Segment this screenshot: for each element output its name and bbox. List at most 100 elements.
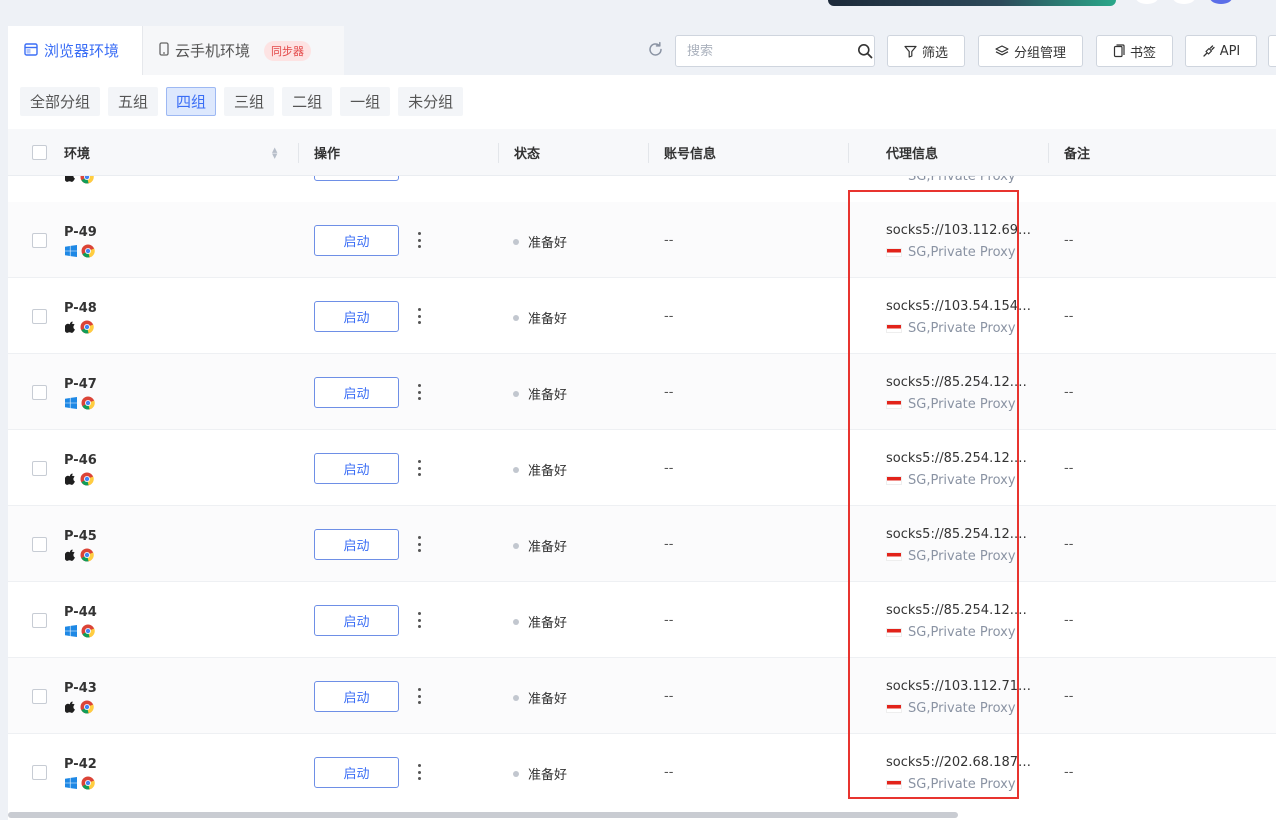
row-checkbox[interactable] (32, 689, 47, 704)
more-actions-icon[interactable] (413, 306, 425, 326)
start-button[interactable]: 启动 (314, 301, 399, 332)
row-checkbox[interactable] (32, 233, 47, 248)
select-all-checkbox[interactable] (32, 145, 47, 160)
proxy-location: SG,Private Proxy (908, 549, 1016, 564)
row-checkbox[interactable] (32, 461, 47, 476)
window-control[interactable] (1136, 0, 1158, 4)
start-button[interactable]: 启动 (314, 225, 399, 256)
more-actions-icon[interactable] (413, 458, 425, 478)
status-text: 准备好 (528, 464, 568, 479)
column-divider[interactable] (848, 143, 849, 163)
row-checkbox[interactable] (32, 613, 47, 628)
column-divider[interactable] (298, 143, 299, 163)
more-actions-icon[interactable] (413, 610, 425, 630)
group-chip-one[interactable]: 一组 (340, 87, 391, 116)
chrome-icon (80, 700, 94, 714)
status-cell: 准备好 (513, 460, 567, 479)
user-avatar[interactable] (1210, 0, 1232, 4)
status-cell: 准备好 (513, 232, 567, 251)
more-actions-icon[interactable] (413, 230, 425, 250)
refresh-icon[interactable] (646, 41, 664, 59)
status-text: 准备好 (528, 692, 568, 707)
os-icons (65, 776, 95, 790)
group-chip-ungrouped[interactable]: 未分组 (398, 87, 464, 116)
sync-badge[interactable]: 同步器 (264, 40, 312, 61)
proxy-url: socks5://85.254.12.30:... (886, 451, 1034, 466)
column-divider[interactable] (648, 143, 649, 163)
env-name: P-45 (64, 529, 97, 544)
col-env: 环境 (64, 147, 91, 162)
status-cell: 准备好 (513, 612, 567, 631)
start-button[interactable]: 启动 (314, 681, 399, 712)
apple-icon (65, 701, 75, 713)
proxy-location-cell: SG,Private Proxy (886, 701, 1016, 716)
row-checkbox[interactable] (32, 537, 47, 552)
account-info: -- (664, 765, 674, 780)
flag-sg-icon (886, 628, 902, 637)
group-chip-three[interactable]: 三组 (224, 87, 275, 116)
filter-label: 筛选 (921, 45, 948, 61)
row-checkbox[interactable] (32, 309, 47, 324)
more-toolbar-button[interactable] (1268, 35, 1276, 67)
account-info: -- (664, 689, 674, 704)
flag-sg-icon (886, 704, 902, 713)
row-checkbox[interactable] (32, 385, 47, 400)
flag-sg-icon (886, 780, 902, 789)
tab-browser-env[interactable]: 浏览器环境 (8, 26, 142, 75)
bookmark-icon (1113, 44, 1125, 58)
phone-icon (159, 41, 169, 60)
apple-icon (65, 473, 75, 485)
select-all-cell (32, 129, 47, 176)
group-chip-all[interactable]: 全部分组 (20, 87, 101, 116)
row-checkbox[interactable] (32, 765, 47, 780)
more-actions-icon[interactable] (413, 534, 425, 554)
col-account: 账号信息 (664, 147, 717, 162)
window-control[interactable] (1173, 0, 1195, 4)
env-name: P-46 (64, 453, 97, 468)
start-button[interactable]: 启动 (314, 757, 399, 788)
status-dot (513, 466, 519, 473)
start-button[interactable]: 启动 (314, 529, 399, 560)
env-name: P-44 (64, 605, 97, 620)
more-actions-icon[interactable] (413, 686, 425, 706)
search-input[interactable] (687, 43, 857, 59)
note-cell: -- (1064, 689, 1074, 704)
start-button[interactable]: 启动 (314, 453, 399, 484)
os-icons (65, 472, 94, 486)
column-divider[interactable] (1048, 143, 1049, 163)
flag-sg-icon (886, 552, 902, 561)
proxy-location-cell: SG,Private Proxy (886, 777, 1016, 792)
os-icons (65, 244, 95, 258)
plug-icon (1203, 44, 1215, 57)
group-chip-four[interactable]: 四组 (166, 87, 217, 116)
proxy-url: socks5://103.112.69.7... (886, 223, 1034, 238)
proxy-location: SG,Private Proxy (908, 777, 1016, 792)
more-actions-icon[interactable] (413, 762, 425, 782)
chrome-icon (81, 624, 95, 638)
start-button[interactable]: 启动 (314, 605, 399, 636)
flag-sg-icon (886, 476, 902, 485)
group-manage-button[interactable]: 分组管理 (978, 35, 1083, 67)
note-cell: -- (1064, 385, 1074, 400)
group-chip-two[interactable]: 二组 (282, 87, 333, 116)
account-info: -- (664, 309, 674, 324)
filter-button[interactable]: 筛选 (887, 35, 965, 67)
proxy-location: SG,Private Proxy (908, 245, 1016, 260)
search-icon[interactable] (857, 43, 873, 59)
horizontal-scrollbar[interactable] (8, 812, 958, 818)
flag-sg-icon (886, 400, 902, 409)
bookmark-button[interactable]: 书签 (1096, 35, 1173, 67)
proxy-location: SG,Private Proxy (908, 625, 1016, 640)
table-row: P-47 启动 准备好 -- socks5://85.254.12.26:...… (8, 354, 1276, 430)
column-divider[interactable] (498, 143, 499, 163)
start-button[interactable]: 启动 (314, 377, 399, 408)
table-header: 环境 ▲ ▼ 操作 状态 账号信息 代理信息 备注 (8, 129, 1276, 176)
group-chip-five[interactable]: 五组 (108, 87, 159, 116)
tab-cloud-phone-env[interactable]: 云手机环境 同步器 (142, 26, 344, 75)
more-actions-icon[interactable] (413, 382, 425, 402)
proxy-url: socks5://103.54.154.2... (886, 299, 1034, 314)
api-button[interactable]: API (1185, 35, 1257, 67)
sort-icon[interactable]: ▲ ▼ (272, 147, 277, 160)
account-info: -- (664, 613, 674, 628)
layers-icon (995, 44, 1009, 55)
